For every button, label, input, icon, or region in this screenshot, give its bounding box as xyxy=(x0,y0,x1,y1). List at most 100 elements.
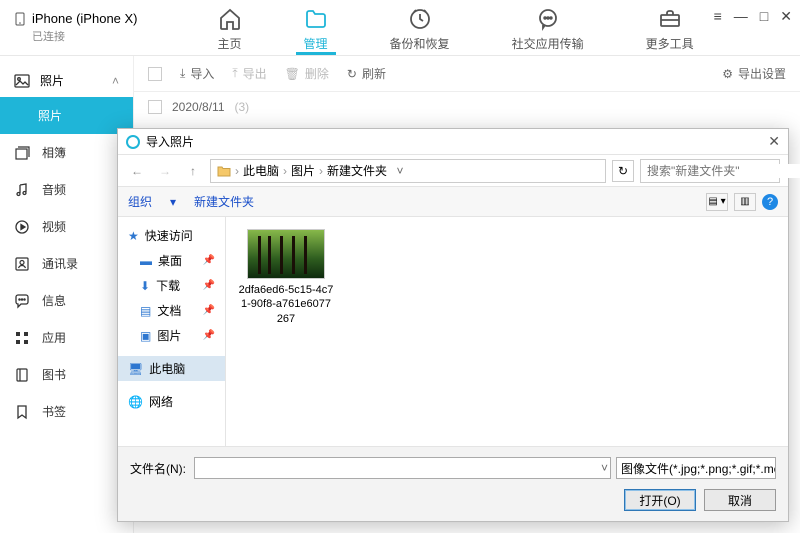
phone-icon xyxy=(14,12,26,26)
file-item[interactable]: 2dfa6ed6-5c15-4c71-90f8-a761e6077267 xyxy=(238,229,334,326)
gear-icon: ⚙ xyxy=(722,67,733,81)
star-icon: ★ xyxy=(128,229,139,243)
tree-this-pc[interactable]: 🖥此电脑 xyxy=(118,356,225,381)
cancel-button[interactable]: 取消 xyxy=(704,489,776,511)
date-group[interactable]: 2020/8/11 (3) xyxy=(134,92,800,122)
close-icon[interactable]: ✕ xyxy=(780,8,792,25)
video-icon xyxy=(14,219,30,235)
folder-small-icon xyxy=(217,165,231,177)
dialog-title: 导入照片 xyxy=(146,133,194,150)
message-icon xyxy=(14,293,30,309)
backup-icon xyxy=(408,7,432,31)
sidebar-item-contacts[interactable]: 通讯录 xyxy=(0,245,133,282)
pin-icon: 📌 xyxy=(203,330,215,341)
sidebar-item-albums[interactable]: 相簿 xyxy=(0,134,133,171)
file-list[interactable]: 2dfa6ed6-5c15-4c71-90f8-a761e6077267 xyxy=(226,217,788,446)
download-icon: ⬇ xyxy=(140,279,150,293)
filename-label: 文件名(N): xyxy=(130,460,186,477)
breadcrumb-item[interactable]: 此电脑 xyxy=(243,162,279,179)
maximize-icon[interactable]: □ xyxy=(760,8,768,25)
search-input[interactable] xyxy=(647,164,800,178)
pin-icon: 📌 xyxy=(203,280,215,291)
home-icon xyxy=(218,7,242,31)
delete-button[interactable]: 🗑删除 xyxy=(285,65,329,82)
sidebar-item-books[interactable]: 图书 xyxy=(0,356,133,393)
filetype-filter[interactable]: 图像文件(*.jpg;*.png;*.gif;*.mo˅ xyxy=(616,457,776,479)
minimize-icon[interactable]: — xyxy=(734,8,748,25)
bookmark-icon xyxy=(14,404,30,420)
nav-home[interactable]: 主页 xyxy=(210,0,250,55)
file-name: 2dfa6ed6-5c15-4c71-90f8-a761e6077267 xyxy=(238,283,334,326)
document-icon: ▤ xyxy=(140,304,151,318)
export-settings-button[interactable]: ⚙导出设置 xyxy=(722,65,786,82)
tree-network[interactable]: 🌐网络 xyxy=(118,389,225,414)
apps-icon xyxy=(14,330,30,346)
sidebar-item-music[interactable]: 音频 xyxy=(0,171,133,208)
back-button[interactable]: ← xyxy=(126,160,148,182)
pictures-icon: ▣ xyxy=(140,329,151,343)
breadcrumb-item[interactable]: 图片 xyxy=(291,162,315,179)
view-mode-button[interactable]: ▤ ▾ xyxy=(706,193,728,211)
chat-icon xyxy=(536,7,560,31)
music-icon xyxy=(14,182,30,198)
nav-manage[interactable]: 管理 xyxy=(296,0,336,55)
network-icon: 🌐 xyxy=(128,395,143,409)
device-name: iPhone (iPhone X) xyxy=(32,11,138,26)
sidebar-section-photos[interactable]: 照片 ˄ xyxy=(0,64,133,97)
file-thumbnail xyxy=(247,229,325,279)
nav-tools[interactable]: 更多工具 xyxy=(638,0,702,55)
sidebar-item-apps[interactable]: 应用 xyxy=(0,319,133,356)
select-all-checkbox[interactable] xyxy=(148,67,162,81)
export-icon: ⤒ xyxy=(232,66,237,81)
import-button[interactable]: ⤓导入 xyxy=(180,65,214,82)
sidebar-item-bookmarks[interactable]: 书签 xyxy=(0,393,133,430)
dialog-close-icon[interactable]: ✕ xyxy=(768,133,780,150)
pc-icon: 🖥 xyxy=(128,362,143,376)
import-dialog: 导入照片 ✕ ← → ↑ › 此电脑 › 图片 › 新建文件夹 ˅ ↻ 🔍 组织… xyxy=(117,128,789,522)
organize-menu[interactable]: 组织 xyxy=(128,193,152,210)
import-icon: ⤓ xyxy=(180,66,185,81)
tree-documents[interactable]: ▤文档📌 xyxy=(118,298,225,323)
book-icon xyxy=(14,367,30,383)
album-icon xyxy=(14,145,30,161)
menu-icon[interactable]: ≡ xyxy=(714,8,722,25)
tree-pictures[interactable]: ▣图片📌 xyxy=(118,323,225,348)
address-bar[interactable]: › 此电脑 › 图片 › 新建文件夹 ˅ xyxy=(210,159,606,183)
device-info: iPhone (iPhone X) 已连接 xyxy=(0,3,152,52)
sidebar-item-messages[interactable]: 信息 xyxy=(0,282,133,319)
help-icon[interactable]: ? xyxy=(762,194,778,210)
sidebar-sub-photos[interactable]: 照片 xyxy=(0,97,133,134)
sidebar: 照片 ˄ 照片 相簿 音频 视频 通讯录 信息 应用 图书 书签 xyxy=(0,56,134,533)
forward-button[interactable]: → xyxy=(154,160,176,182)
filename-dropdown-icon[interactable]: ˅ xyxy=(601,461,608,475)
chevron-up-icon: ˄ xyxy=(112,74,119,88)
up-button[interactable]: ↑ xyxy=(182,160,204,182)
breadcrumb-sep-icon: › xyxy=(235,164,239,178)
tree-quick-access[interactable]: ★快速访问 xyxy=(118,223,225,248)
content-toolbar: ⤓导入 ⤒导出 🗑删除 ↻刷新 ⚙导出设置 xyxy=(134,56,800,92)
tree-desktop[interactable]: ▬桌面📌 xyxy=(118,248,225,273)
refresh-button[interactable]: ↻刷新 xyxy=(347,65,386,82)
export-button[interactable]: ⤒导出 xyxy=(232,65,266,82)
nav-social[interactable]: 社交应用传输 xyxy=(504,0,592,55)
sidebar-item-video[interactable]: 视频 xyxy=(0,208,133,245)
folder-tree: ★快速访问 ▬桌面📌 ⬇下载📌 ▤文档📌 ▣图片📌 🖥此电脑 🌐网络 xyxy=(118,217,226,446)
new-folder-button[interactable]: 新建文件夹 xyxy=(194,193,254,210)
group-count: (3) xyxy=(235,100,250,114)
nav-backup[interactable]: 备份和恢复 xyxy=(382,0,458,55)
search-box[interactable]: 🔍 xyxy=(640,159,780,183)
filename-input[interactable] xyxy=(194,457,611,479)
tree-downloads[interactable]: ⬇下载📌 xyxy=(118,273,225,298)
trash-icon: 🗑 xyxy=(285,67,300,81)
breadcrumb-item[interactable]: 新建文件夹 xyxy=(327,162,387,179)
group-date: 2020/8/11 xyxy=(172,100,225,114)
address-dropdown-icon[interactable]: ˅ xyxy=(391,164,409,178)
toolbox-icon xyxy=(658,7,682,31)
preview-pane-button[interactable]: ▥ xyxy=(734,193,756,211)
address-refresh-button[interactable]: ↻ xyxy=(612,160,634,182)
open-button[interactable]: 打开(O) xyxy=(624,489,696,511)
folder-icon xyxy=(304,7,328,31)
image-icon xyxy=(14,73,30,89)
pin-icon: 📌 xyxy=(203,305,215,316)
group-checkbox[interactable] xyxy=(148,100,162,114)
